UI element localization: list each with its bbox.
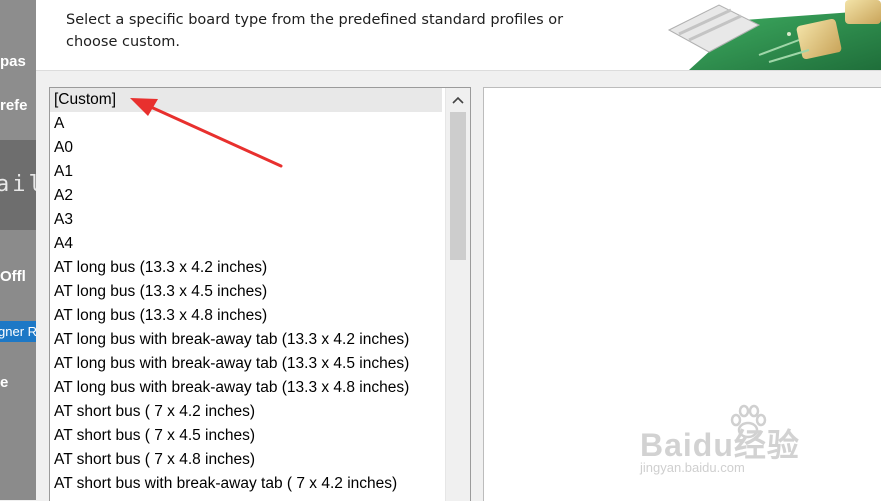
board-type-item[interactable]: A2 xyxy=(50,184,442,208)
background-window-strip: pas refe ail Offl gner R e xyxy=(0,0,36,500)
background-selected-fragment: gner R xyxy=(0,321,36,342)
board-type-item[interactable]: AT short bus ( 7 x 4.2 inches) xyxy=(50,400,442,424)
board-type-item[interactable]: A0 xyxy=(50,136,442,160)
list-scrollbar[interactable] xyxy=(445,88,470,501)
board-type-item[interactable]: A xyxy=(50,112,442,136)
board-type-item[interactable]: AT long bus (13.3 x 4.2 inches) xyxy=(50,256,442,280)
background-text-fragment: refe xyxy=(0,97,28,114)
scroll-up-icon[interactable] xyxy=(446,88,470,112)
board-type-item[interactable]: AT long bus with break-away tab (13.3 x … xyxy=(50,352,442,376)
background-text-fragment: Offl xyxy=(0,268,26,285)
dialog-header: Select a specific board type from the pr… xyxy=(36,0,881,71)
background-text-fragment: ail xyxy=(0,172,36,197)
board-type-item[interactable]: AT short bus with break-away tab ( 7 x 4… xyxy=(50,472,442,496)
board-type-item[interactable]: AT short bus ( 7 x 4.8 inches) xyxy=(50,448,442,472)
pcb-board-illustration xyxy=(649,0,881,70)
board-type-item[interactable]: A1 xyxy=(50,160,442,184)
scroll-thumb[interactable] xyxy=(450,112,466,260)
board-preview-pane xyxy=(483,87,881,501)
board-type-item[interactable]: AT long bus (13.3 x 4.8 inches) xyxy=(50,304,442,328)
background-text-fragment: e xyxy=(0,374,9,391)
board-type-item[interactable]: A3 xyxy=(50,208,442,232)
board-type-item[interactable]: AT long bus (13.3 x 4.5 inches) xyxy=(50,280,442,304)
board-type-item[interactable]: [Custom] xyxy=(50,88,442,112)
background-text-fragment: pas xyxy=(0,53,26,70)
board-type-list[interactable]: [Custom] A A0 A1 A2 A3 A4 AT long bus (13.3 x 4… xyxy=(49,87,471,501)
board-wizard-dialog: Select a specific board type from the pr… xyxy=(36,0,881,501)
header-instruction: Select a specific board type from the pr… xyxy=(66,12,564,50)
board-type-item[interactable]: AT long bus with break-away tab (13.3 x … xyxy=(50,328,442,352)
board-type-item[interactable]: A4 xyxy=(50,232,442,256)
board-type-item[interactable]: AT short bus ( 7 x 4.5 inches) xyxy=(50,424,442,448)
board-type-item[interactable]: AT long bus with break-away tab (13.3 x … xyxy=(50,376,442,400)
